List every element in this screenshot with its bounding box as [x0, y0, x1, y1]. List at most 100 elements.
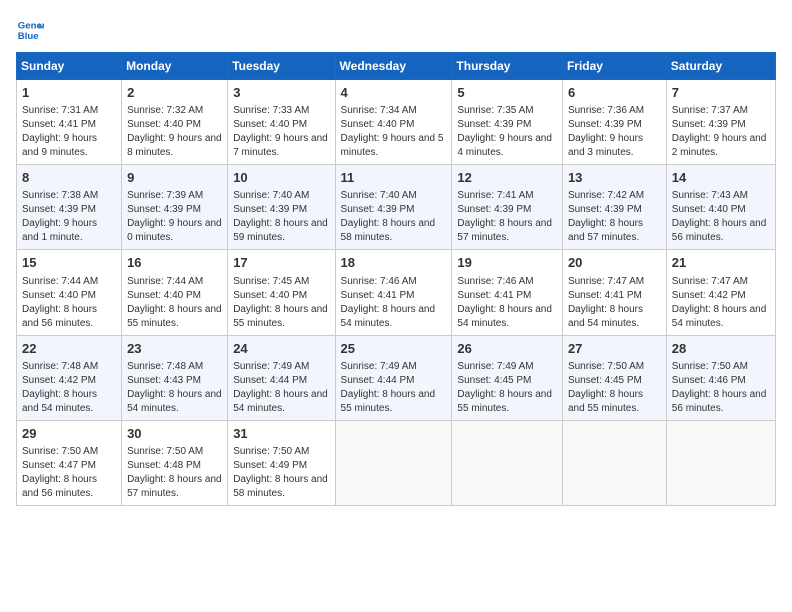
calendar-cell	[666, 420, 775, 505]
daylight-label: Daylight: 9 hours and 9 minutes.	[22, 133, 97, 158]
calendar-cell: 8Sunrise: 7:38 AMSunset: 4:39 PMDaylight…	[17, 165, 122, 250]
calendar-cell: 9Sunrise: 7:39 AMSunset: 4:39 PMDaylight…	[122, 165, 228, 250]
day-number: 8	[22, 169, 116, 187]
sunset-label: Sunset: 4:41 PM	[568, 290, 642, 301]
sunset-label: Sunset: 4:49 PM	[233, 460, 307, 471]
day-number: 11	[341, 169, 447, 187]
sunrise-label: Sunrise: 7:44 AM	[22, 276, 98, 287]
sunrise-label: Sunrise: 7:45 AM	[233, 276, 309, 287]
sunset-label: Sunset: 4:48 PM	[127, 460, 201, 471]
daylight-label: Daylight: 8 hours and 57 minutes.	[568, 218, 643, 243]
column-header-thursday: Thursday	[452, 53, 563, 80]
daylight-label: Daylight: 9 hours and 4 minutes.	[457, 133, 552, 158]
day-number: 12	[457, 169, 557, 187]
sunrise-label: Sunrise: 7:32 AM	[127, 105, 203, 116]
sunset-label: Sunset: 4:39 PM	[127, 204, 201, 215]
sunset-label: Sunset: 4:46 PM	[672, 375, 746, 386]
daylight-label: Daylight: 8 hours and 55 minutes.	[341, 389, 436, 414]
sunset-label: Sunset: 4:42 PM	[672, 290, 746, 301]
daylight-label: Daylight: 9 hours and 7 minutes.	[233, 133, 328, 158]
sunrise-label: Sunrise: 7:42 AM	[568, 190, 644, 201]
day-number: 17	[233, 254, 329, 272]
daylight-label: Daylight: 8 hours and 56 minutes.	[672, 389, 767, 414]
calendar-cell: 4Sunrise: 7:34 AMSunset: 4:40 PMDaylight…	[335, 80, 452, 165]
daylight-label: Daylight: 8 hours and 56 minutes.	[22, 304, 97, 329]
column-header-friday: Friday	[562, 53, 666, 80]
calendar-cell: 27Sunrise: 7:50 AMSunset: 4:45 PMDayligh…	[562, 335, 666, 420]
calendar-cell: 17Sunrise: 7:45 AMSunset: 4:40 PMDayligh…	[228, 250, 335, 335]
day-number: 2	[127, 84, 222, 102]
sunset-label: Sunset: 4:40 PM	[233, 290, 307, 301]
sunrise-label: Sunrise: 7:31 AM	[22, 105, 98, 116]
day-number: 13	[568, 169, 661, 187]
sunrise-label: Sunrise: 7:47 AM	[568, 276, 644, 287]
daylight-label: Daylight: 8 hours and 57 minutes.	[127, 474, 222, 499]
calendar-week-row: 8Sunrise: 7:38 AMSunset: 4:39 PMDaylight…	[17, 165, 776, 250]
daylight-label: Daylight: 8 hours and 59 minutes.	[233, 218, 328, 243]
day-number: 9	[127, 169, 222, 187]
calendar-cell: 16Sunrise: 7:44 AMSunset: 4:40 PMDayligh…	[122, 250, 228, 335]
sunset-label: Sunset: 4:40 PM	[127, 290, 201, 301]
calendar-cell: 2Sunrise: 7:32 AMSunset: 4:40 PMDaylight…	[122, 80, 228, 165]
calendar-week-row: 15 Sunrise: 7:44 AM Sunset: 4:40 PM Dayligh…	[17, 250, 776, 335]
sunrise-label: Sunrise: 7:44 AM	[127, 276, 203, 287]
svg-text:Blue: Blue	[18, 31, 39, 42]
calendar-cell: 28Sunrise: 7:50 AMSunset: 4:46 PMDayligh…	[666, 335, 775, 420]
day-number: 5	[457, 84, 557, 102]
sunset-label: Sunset: 4:39 PM	[22, 204, 96, 215]
sunset-label: Sunset: 4:40 PM	[341, 119, 415, 130]
sunrise-label: Sunrise: 7:49 AM	[457, 361, 533, 372]
sunset-label: Sunset: 4:43 PM	[127, 375, 201, 386]
sunrise-label: Sunrise: 7:50 AM	[672, 361, 748, 372]
day-number: 23	[127, 340, 222, 358]
day-number: 1	[22, 84, 116, 102]
day-number: 15	[22, 254, 116, 272]
sunset-label: Sunset: 4:42 PM	[22, 375, 96, 386]
day-number: 31	[233, 425, 329, 443]
calendar-cell: 1Sunrise: 7:31 AMSunset: 4:41 PMDaylight…	[17, 80, 122, 165]
sunrise-label: Sunrise: 7:35 AM	[457, 105, 533, 116]
sunset-label: Sunset: 4:44 PM	[233, 375, 307, 386]
sunrise-label: Sunrise: 7:48 AM	[22, 361, 98, 372]
daylight-label: Daylight: 8 hours and 54 minutes.	[568, 304, 643, 329]
daylight-label: Daylight: 9 hours and 2 minutes.	[672, 133, 767, 158]
calendar-header-row: SundayMondayTuesdayWednesdayThursdayFrid…	[17, 53, 776, 80]
calendar-week-row: 22Sunrise: 7:48 AMSunset: 4:42 PMDayligh…	[17, 335, 776, 420]
sunset-label: Sunset: 4:45 PM	[568, 375, 642, 386]
day-number: 29	[22, 425, 116, 443]
sunrise-label: Sunrise: 7:33 AM	[233, 105, 309, 116]
calendar-cell: 19Sunrise: 7:46 AMSunset: 4:41 PMDayligh…	[452, 250, 563, 335]
calendar-week-row: 29Sunrise: 7:50 AMSunset: 4:47 PMDayligh…	[17, 420, 776, 505]
calendar-cell: 29Sunrise: 7:50 AMSunset: 4:47 PMDayligh…	[17, 420, 122, 505]
calendar-cell: 25Sunrise: 7:49 AMSunset: 4:44 PMDayligh…	[335, 335, 452, 420]
calendar-week-row: 1Sunrise: 7:31 AMSunset: 4:41 PMDaylight…	[17, 80, 776, 165]
calendar-cell: 20Sunrise: 7:47 AMSunset: 4:41 PMDayligh…	[562, 250, 666, 335]
calendar-cell: 13Sunrise: 7:42 AMSunset: 4:39 PMDayligh…	[562, 165, 666, 250]
daylight-label: Daylight: 8 hours and 56 minutes.	[22, 474, 97, 499]
calendar-cell: 12Sunrise: 7:41 AMSunset: 4:39 PMDayligh…	[452, 165, 563, 250]
calendar-cell: 15Sunrise: 7:44 AMSunset: 4:40 PMDayligh…	[17, 250, 122, 335]
daylight-label: Daylight: 8 hours and 56 minutes.	[672, 218, 767, 243]
day-number: 6	[568, 84, 661, 102]
day-number: 3	[233, 84, 329, 102]
sunrise-label: Sunrise: 7:46 AM	[457, 276, 533, 287]
calendar-cell	[562, 420, 666, 505]
sunset-label: Sunset: 4:44 PM	[341, 375, 415, 386]
calendar-cell: 24Sunrise: 7:49 AMSunset: 4:44 PMDayligh…	[228, 335, 335, 420]
sunrise-label: Sunrise: 7:41 AM	[457, 190, 533, 201]
sunset-label: Sunset: 4:41 PM	[341, 290, 415, 301]
day-number: 21	[672, 254, 770, 272]
logo: General Blue	[16, 16, 48, 44]
sunset-label: Sunset: 4:40 PM	[233, 119, 307, 130]
sunrise-label: Sunrise: 7:50 AM	[233, 446, 309, 457]
sunrise-label: Sunrise: 7:50 AM	[568, 361, 644, 372]
day-number: 4	[341, 84, 447, 102]
daylight-label: Daylight: 9 hours and 8 minutes.	[127, 133, 222, 158]
daylight-label: Daylight: 8 hours and 54 minutes.	[127, 389, 222, 414]
sunrise-label: Sunrise: 7:46 AM	[341, 276, 417, 287]
day-number: 27	[568, 340, 661, 358]
day-number: 19	[457, 254, 557, 272]
sunrise-label: Sunrise: 7:43 AM	[672, 190, 748, 201]
day-number: 10	[233, 169, 329, 187]
sunrise-label: Sunrise: 7:40 AM	[341, 190, 417, 201]
